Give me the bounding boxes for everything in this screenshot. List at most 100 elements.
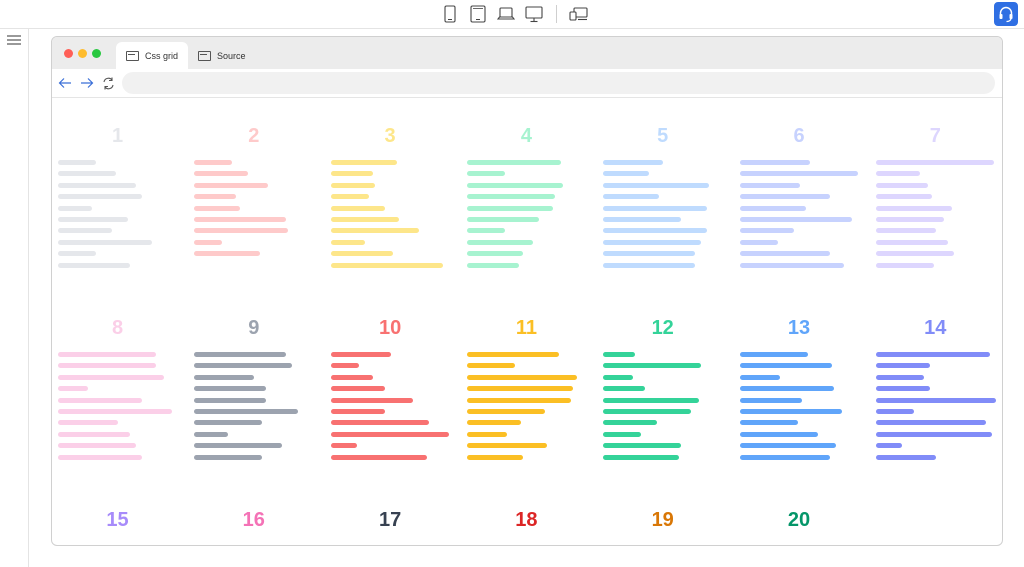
placeholder-line xyxy=(466,160,561,165)
placeholder-line xyxy=(330,205,385,211)
placeholder-line xyxy=(875,182,928,188)
placeholder-line xyxy=(330,262,443,268)
placeholder-line xyxy=(466,352,559,357)
placeholder-line xyxy=(58,228,112,234)
placeholder-line xyxy=(466,239,533,245)
placeholder-line xyxy=(466,443,547,449)
placeholder-line xyxy=(739,409,842,414)
placeholder-line xyxy=(58,386,88,392)
placeholder-line xyxy=(603,160,664,165)
grid-item-number: 13 xyxy=(787,317,811,339)
maximize-dot[interactable] xyxy=(92,49,101,58)
placeholder-line xyxy=(603,262,696,268)
grid-item-number: 17 xyxy=(378,509,402,531)
placeholder-line xyxy=(739,454,830,460)
placeholder-line xyxy=(875,397,996,403)
placeholder-line xyxy=(58,205,92,211)
placeholder-line xyxy=(466,217,539,222)
refresh-icon[interactable] xyxy=(100,75,116,91)
minimize-dot[interactable] xyxy=(78,49,87,58)
placeholder-line xyxy=(603,171,650,177)
placeholder-line xyxy=(739,262,844,268)
placeholder-line xyxy=(58,363,156,369)
grid-item-number: 14 xyxy=(924,317,947,339)
placeholder-line xyxy=(194,182,269,188)
placeholder-line xyxy=(194,194,237,200)
placeholder-line xyxy=(466,182,563,188)
placeholder-line xyxy=(330,194,369,200)
placeholder-line xyxy=(194,386,267,392)
grid-item-number: 2 xyxy=(248,125,260,147)
grid-item-number: 10 xyxy=(378,317,402,339)
placeholder-line xyxy=(739,397,802,403)
placeholder-line xyxy=(739,443,836,449)
placeholder-line xyxy=(330,251,393,257)
placeholder-line xyxy=(875,443,902,449)
placeholder-line xyxy=(875,194,932,200)
placeholder-line xyxy=(58,420,118,426)
placeholder-line xyxy=(875,217,944,222)
placeholder-line xyxy=(194,352,287,357)
placeholder-line xyxy=(739,160,810,165)
placeholder-line xyxy=(603,386,646,392)
forward-arrow-icon[interactable] xyxy=(79,75,95,91)
placeholder-line xyxy=(739,352,808,357)
grid-item-number: 7 xyxy=(929,125,941,147)
placeholder-line xyxy=(330,363,359,369)
placeholder-line xyxy=(875,454,936,460)
headset-help-icon[interactable] xyxy=(994,2,1018,26)
placeholder-line xyxy=(603,217,682,222)
back-arrow-icon[interactable] xyxy=(57,75,73,91)
placeholder-line xyxy=(58,239,152,245)
grid-item-number: 8 xyxy=(111,317,124,339)
grid-item-number: 11 xyxy=(515,317,537,339)
placeholder-line xyxy=(603,228,708,234)
placeholder-line xyxy=(330,239,365,245)
placeholder-line xyxy=(58,217,128,222)
tab-source[interactable]: Source xyxy=(188,42,256,69)
mobile-icon[interactable] xyxy=(440,4,460,24)
grid-item-number: 12 xyxy=(651,317,674,339)
placeholder-line xyxy=(466,171,505,177)
placeholder-line xyxy=(466,409,545,414)
grid-item-number: 6 xyxy=(793,125,805,147)
grid-item-number: 18 xyxy=(515,509,538,531)
device-switcher xyxy=(440,4,589,24)
placeholder-line xyxy=(330,160,397,165)
grid-item-number: 9 xyxy=(248,317,260,339)
placeholder-line xyxy=(603,363,702,369)
placeholder-line xyxy=(875,374,924,380)
placeholder-line xyxy=(739,386,834,392)
placeholder-line xyxy=(603,194,660,200)
placeholder-line xyxy=(58,251,96,257)
tablet-icon[interactable] xyxy=(468,4,488,24)
placeholder-line xyxy=(875,363,930,369)
url-input[interactable] xyxy=(122,72,995,94)
close-dot[interactable] xyxy=(64,49,73,58)
placeholder-line xyxy=(875,239,948,245)
tab-css-grid[interactable]: Css grid xyxy=(116,42,189,69)
placeholder-line xyxy=(194,454,263,460)
placeholder-line xyxy=(194,363,293,369)
placeholder-line xyxy=(330,171,373,177)
placeholder-line xyxy=(58,262,130,268)
placeholder-line xyxy=(58,160,96,165)
placeholder-line xyxy=(875,386,930,392)
placeholder-line xyxy=(330,409,385,414)
grid-item-number: 1 xyxy=(111,125,124,147)
grid-item-number: 15 xyxy=(106,509,129,531)
placeholder-line xyxy=(58,397,142,403)
placeholder-line xyxy=(603,251,696,257)
placeholder-line xyxy=(330,420,429,426)
hamburger-menu-icon[interactable] xyxy=(5,31,23,49)
css-grid-content: 1 2 3 4 5 6 7 8 9 10 11 12 13 14 15 16 17 18 19 20 xyxy=(52,98,1002,545)
placeholder-line xyxy=(330,352,391,357)
placeholder-line xyxy=(330,386,385,392)
placeholder-line xyxy=(875,205,952,211)
desktop-icon[interactable] xyxy=(524,4,544,24)
placeholder-line xyxy=(330,397,413,403)
placeholder-line xyxy=(58,182,136,188)
tab-label: Source xyxy=(217,50,246,61)
multi-device-icon[interactable] xyxy=(569,4,589,24)
laptop-icon[interactable] xyxy=(496,4,516,24)
